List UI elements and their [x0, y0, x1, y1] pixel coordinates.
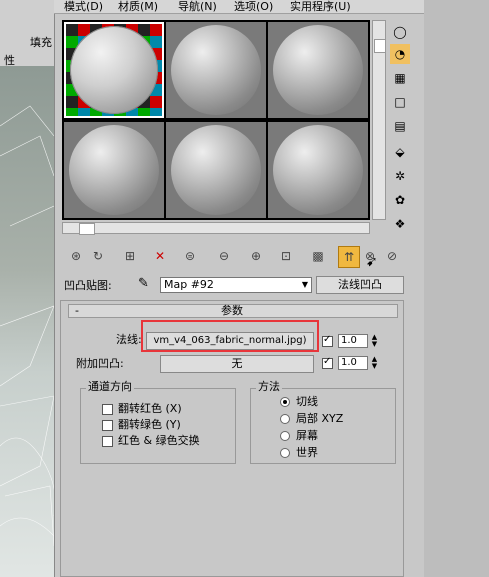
sphere-preview — [171, 125, 261, 215]
video-color-icon[interactable]: ▤ — [390, 116, 410, 136]
method-world-label: 世界 — [296, 446, 318, 459]
eyedropper-icon[interactable]: ✎ — [138, 276, 149, 291]
flip-red-checkbox[interactable] — [102, 404, 113, 415]
chevron-down-icon: ▼ — [301, 280, 308, 289]
menu-navigation[interactable]: 导航(N) — [178, 0, 217, 13]
slot-horizontal-scrollbar[interactable] — [62, 222, 370, 235]
method-tangent-radio[interactable] — [280, 397, 290, 407]
menu-material[interactable]: 材质(M) — [118, 0, 158, 13]
reset-map-icon[interactable]: ✕ — [150, 246, 170, 266]
menu-options[interactable]: 选项(O) — [234, 0, 273, 13]
sample-slot-5[interactable] — [166, 122, 266, 218]
method-tangent-label: 切线 — [296, 395, 318, 408]
collapse-mark: - — [75, 304, 79, 317]
channel-direction-title: 通道方向 — [86, 380, 134, 394]
fabric-sphere-preview — [70, 26, 158, 114]
method-local-xyz-label: 局部 XYZ — [296, 412, 344, 425]
sample-uv-icon[interactable]: □ — [390, 92, 410, 112]
swap-red-green-label: 红色 & 绿色交换 — [118, 434, 200, 447]
menu-bar: 模式(D) 材质(M) 导航(N) 选项(O) 实用程序(U) — [54, 0, 424, 14]
bump-amount-input[interactable]: 1.0 — [338, 356, 368, 370]
map-name-text: Map #92 — [164, 278, 214, 291]
additional-bump-button[interactable]: 无 — [160, 355, 314, 373]
spinner-arrows-icon[interactable]: ▲ ▼ — [370, 334, 379, 348]
map-name-field[interactable]: Map #92 ▼ — [160, 277, 312, 293]
sphere-preview — [273, 25, 363, 115]
method-screen-label: 屏幕 — [296, 429, 318, 442]
rollout-title: 参数 — [221, 304, 243, 317]
sample-slot-4[interactable] — [64, 122, 164, 218]
method-screen-radio[interactable] — [280, 431, 290, 441]
sample-type-icon[interactable]: ◯ — [390, 22, 410, 42]
get-material-icon[interactable]: ⊛ — [66, 246, 86, 266]
assign-to-selection-icon[interactable]: ⊞ — [120, 246, 140, 266]
flip-red-label: 翻转红色 (X) — [118, 402, 182, 415]
flip-green-checkbox[interactable] — [102, 420, 113, 431]
sphere-preview — [273, 125, 363, 215]
options-icon[interactable]: ✲ — [390, 166, 410, 186]
swap-red-green-checkbox[interactable] — [102, 436, 113, 447]
highlight-box — [141, 320, 319, 352]
bump-enable-checkbox[interactable] — [322, 356, 333, 369]
slot-vertical-scrollbar[interactable] — [372, 20, 386, 220]
mouse-cursor-icon: ➹ — [366, 254, 378, 270]
method-title: 方法 — [256, 380, 282, 394]
method-local-xyz-radio[interactable] — [280, 414, 290, 424]
normal-enable-checkbox[interactable] — [322, 334, 333, 347]
put-to-scene-icon[interactable]: ↻ — [88, 246, 108, 266]
background-viewport — [0, 66, 54, 577]
side-toolbar: ◯ ◔ ▦ □ ▤ ⬙ ✲ ✿ ❖ — [388, 20, 418, 280]
sphere-preview — [69, 125, 159, 215]
rollout-header[interactable]: - 参数 — [68, 304, 398, 318]
material-toolbar: ⊛ ↻ ⊞ ✕ ⊜ ⊖ ⊕ ⊡ ▩ ⇈ ⊗ ⊘ ➹ — [62, 246, 420, 270]
show-map-icon[interactable]: ▩ — [308, 246, 328, 266]
method-group — [250, 388, 396, 464]
normal-label: 法线: — [116, 333, 142, 346]
menu-utilities[interactable]: 实用程序(U) — [290, 0, 351, 13]
method-world-radio[interactable] — [280, 448, 290, 458]
material-map-navigator-icon[interactable]: ❖ — [390, 214, 410, 234]
show-end-result-icon[interactable]: ⇈ — [338, 246, 360, 268]
sample-slot-grid — [62, 20, 370, 220]
backlight-icon[interactable]: ◔ — [390, 44, 410, 64]
sample-slot-6[interactable] — [268, 122, 368, 218]
scroll-thumb[interactable] — [374, 39, 386, 53]
fill-label: 填充 — [30, 36, 52, 49]
sample-slot-2[interactable] — [166, 22, 266, 118]
wireframe-scene — [0, 105, 54, 547]
flip-green-label: 翻转绿色 (Y) — [118, 418, 181, 431]
menu-mode[interactable]: 模式(D) — [64, 0, 103, 13]
sample-slot-3[interactable] — [268, 22, 368, 118]
select-by-material-icon[interactable]: ✿ — [390, 190, 410, 210]
material-id-icon[interactable]: ⊡ — [276, 246, 296, 266]
make-unique-icon[interactable]: ⊖ — [214, 246, 234, 266]
spinner-arrows-icon[interactable]: ▲ ▼ — [370, 356, 379, 370]
background-checker-icon[interactable]: ▦ — [390, 68, 410, 88]
put-to-library-icon[interactable]: ⊕ — [246, 246, 266, 266]
bump-map-label: 凹凸贴图: — [64, 279, 112, 292]
sample-slot-1[interactable] — [64, 22, 164, 118]
make-preview-icon[interactable]: ⬙ — [390, 142, 410, 162]
go-forward-sibling-icon[interactable]: ⊘ — [382, 246, 402, 266]
copy-material-icon[interactable]: ⊜ — [180, 246, 200, 266]
scroll-thumb[interactable] — [79, 223, 95, 235]
additional-bump-label: 附加凹凸: — [76, 357, 124, 370]
map-type-button[interactable]: 法线凹凸 — [316, 276, 404, 294]
right-command-panel — [424, 0, 489, 577]
background-toolbar: 填充 性 — [0, 0, 54, 67]
normal-amount-input[interactable]: 1.0 — [338, 334, 368, 348]
sphere-preview — [171, 25, 261, 115]
